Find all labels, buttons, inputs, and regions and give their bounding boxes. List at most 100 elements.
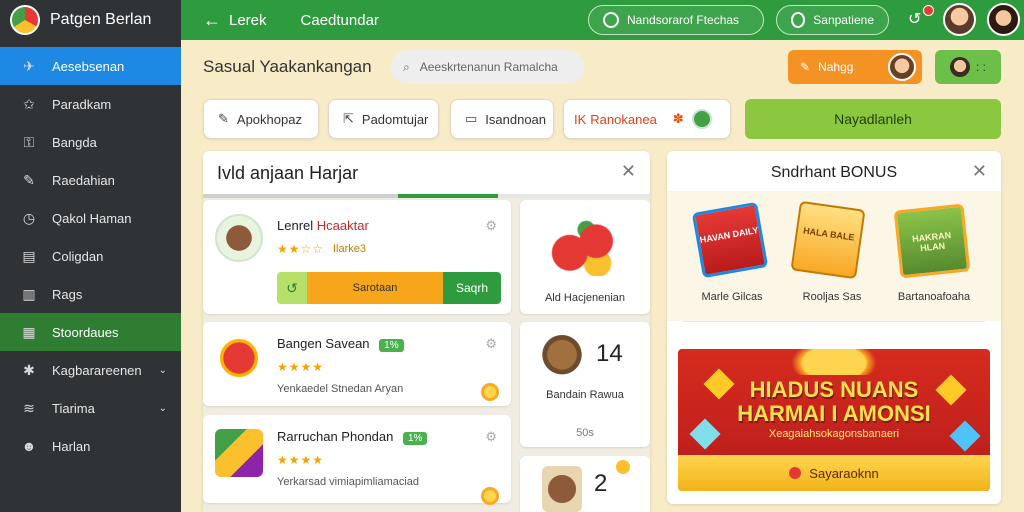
section-title: Sasual Yaakankangan — [203, 57, 372, 76]
sidebar-item-raedahian[interactable]: ✎ Raedahian — [0, 161, 181, 199]
notification-bell-icon[interactable]: ↺ — [908, 9, 921, 29]
divider — [683, 321, 985, 322]
sidebar-item-tiarima[interactable]: ≋ Tiarima ⌄ — [0, 389, 181, 427]
sidebar-item-bangda[interactable]: ⚿ Bangda — [0, 123, 181, 161]
sidebar-item-label: Paradkam — [52, 96, 112, 112]
chip-label: Ranokanea — [590, 111, 657, 127]
close-icon[interactable]: ✕ — [972, 161, 987, 182]
page-title: Caedtundar — [300, 11, 379, 29]
sidebar-item-coligdan[interactable]: ▤ Coligdan — [0, 237, 181, 275]
notification-badge — [923, 5, 934, 16]
quest-panel: Ivld anjaan Harjar ✕ Lenrel Hcaaktar ★★☆… — [203, 151, 650, 512]
star-rating: ★★☆☆ — [277, 242, 325, 256]
reward-time: 50s — [576, 427, 594, 439]
back-label[interactable]: Lerek — [229, 12, 267, 29]
profile-pill[interactable]: ✎ Nahgg — [788, 50, 922, 84]
gold-card-icon: HALA BALE — [790, 200, 866, 280]
sidebar: Patgen Berlan ✈ Aesebsenan ✩ Paradkam ⚿ … — [0, 0, 181, 512]
wifi-icon: ≋ — [23, 399, 35, 416]
edit-icon: ✎ — [218, 111, 229, 126]
sidebar-item-label: Stoordaues — [52, 324, 119, 340]
search-input[interactable]: ⌕ Aeeskrtenanun Ramalcha — [391, 50, 584, 84]
reward-label: Bandain Rawua — [546, 389, 624, 401]
reward-count: 14 — [596, 340, 623, 367]
close-icon[interactable]: ✕ — [621, 161, 636, 182]
reward-card[interactable]: 14 Bandain Rawua 50s — [520, 322, 650, 447]
progress-label: Sarotaan — [307, 272, 443, 304]
coin-icon — [481, 487, 499, 505]
chart-icon: ▥ — [22, 285, 36, 302]
promo-banner[interactable]: HIADUS NUANS HARMAI I AMONSI Xeagaiahsok… — [678, 349, 990, 491]
chip-padomtujar[interactable]: ⇱ Padomtujar — [328, 99, 439, 139]
bonus-item[interactable]: HALA BALE Rooljas Sas — [787, 200, 877, 303]
back-arrow-icon[interactable]: ← — [203, 10, 221, 31]
record-icon — [789, 467, 802, 479]
help-button[interactable]: Sanpatiene — [776, 5, 889, 35]
avatar[interactable] — [943, 3, 976, 36]
chevron-down-icon[interactable]: ⌄ — [159, 403, 167, 414]
quest-list: Lenrel Hcaaktar ★★☆☆ Ilarke3 ⚙ ↺ Sarotaa… — [203, 198, 650, 512]
app-logo-icon — [10, 5, 40, 35]
banner-button[interactable]: Sayaraoknn — [678, 455, 990, 491]
bonus-item[interactable]: HAVAN DAILY Marle Gilcas — [687, 201, 777, 303]
coin-icon — [616, 460, 630, 474]
primary-action-button[interactable]: Nayadlanleh — [745, 99, 1001, 139]
bonus-item[interactable]: HAKRAN HLAN Bartanoafoaha — [889, 203, 979, 303]
search-button[interactable]: Nandsorarof Ftechas — [588, 5, 764, 35]
sidebar-item-label: Raedahian — [52, 172, 115, 188]
sidebar-item-qakol-haman[interactable]: ◷ Qakol Haman — [0, 199, 181, 237]
search-icon — [603, 12, 619, 28]
quest-sub: Yerkarsad vimiapimliamaciad — [277, 476, 420, 488]
panel-title: Ivld anjaan Harjar — [217, 163, 359, 183]
chip-apokhopaz[interactable]: ✎ Apokhopaz — [203, 99, 319, 139]
sidebar-item-label: Rags — [52, 286, 83, 302]
ribbon-icon — [784, 349, 884, 375]
user-icon: ☻ — [21, 438, 37, 454]
profile-pill-label: Nahgg — [818, 60, 854, 74]
chip-ranokanea[interactable]: IK Ranokanea ✽ — [563, 99, 731, 139]
quest-name: Lenrel Hcaaktar — [277, 218, 369, 233]
bonus-item-label: Bartanoafoaha — [897, 291, 971, 303]
gear-icon[interactable]: ⚙ — [485, 429, 497, 445]
avatar — [888, 53, 916, 81]
sidebar-item-harlan[interactable]: ☻ Harlan — [0, 427, 181, 465]
quest-card[interactable]: Rarruchan Phondan 1% ★★★★ Yerkarsad vimi… — [203, 415, 511, 505]
chip-label: Apokhopaz — [236, 111, 302, 127]
treasure-card-icon: HAKRAN HLAN — [893, 203, 971, 279]
friend-pill[interactable]: : : — [935, 50, 1001, 84]
sidebar-item-stoordaues[interactable]: ▦ Stoordaues — [0, 313, 181, 351]
sidebar-item-paradkam[interactable]: ✩ Paradkam — [0, 85, 181, 123]
star-icon: ✩ — [23, 95, 35, 112]
quest-card[interactable]: Bangen Savean 1% ★★★★ Yenkaedel Stnedan … — [203, 322, 511, 406]
search-placeholder: Aeeskrtenanun Ramalcha — [419, 60, 558, 74]
avatar-secondary[interactable] — [987, 3, 1020, 36]
gear-icon[interactable]: ⚙ — [485, 336, 497, 352]
sidebar-nav: ✈ Aesebsenan ✩ Paradkam ⚿ Bangda ✎ Raeda… — [0, 47, 181, 465]
sidebar-item-aesebsenan[interactable]: ✈ Aesebsenan — [0, 47, 181, 85]
grid-icon: ▦ — [22, 323, 36, 340]
chevron-down-icon[interactable]: ⌄ — [159, 365, 167, 376]
quest-action-button[interactable]: Saqrh — [443, 272, 501, 304]
search-icon: ⌕ — [403, 59, 410, 74]
chip-isandnoan[interactable]: ▭ Isandnoan — [450, 99, 554, 139]
pencil-icon: ✎ — [800, 60, 811, 74]
quest-name: Rarruchan Phondan 1% — [277, 429, 428, 445]
reward-card[interactable]: 2 — [520, 456, 650, 512]
quest-card[interactable]: Lenrel Hcaaktar ★★☆☆ Ilarke3 ⚙ ↺ Sarotaa… — [203, 200, 511, 314]
sidebar-item-kagbarareenen[interactable]: ✱ Kagbarareenen ⌄ — [0, 351, 181, 389]
reward-label: Ald Hacjenenian — [544, 292, 626, 304]
trophy-icon: ✽ — [672, 111, 684, 126]
chip-prefix: IK — [574, 111, 587, 127]
reward-card[interactable]: Ald Hacjenenian — [520, 200, 650, 314]
character-icon — [542, 334, 582, 380]
character-icon — [542, 466, 582, 512]
gear-icon[interactable]: ⚙ — [485, 218, 497, 234]
sidebar-item-label: Coligdan — [52, 248, 104, 264]
bonus-title: Sndrhant BONUS — [770, 164, 898, 181]
puzzle-icon: ✱ — [23, 361, 35, 378]
document-icon: ▤ — [22, 247, 36, 264]
banner-button-label: Sayaraoknn — [809, 465, 879, 481]
character-icon — [215, 214, 263, 262]
banner-subheadline: HARMAI I AMONSI — [737, 401, 931, 426]
sidebar-item-rags[interactable]: ▥ Rags — [0, 275, 181, 313]
